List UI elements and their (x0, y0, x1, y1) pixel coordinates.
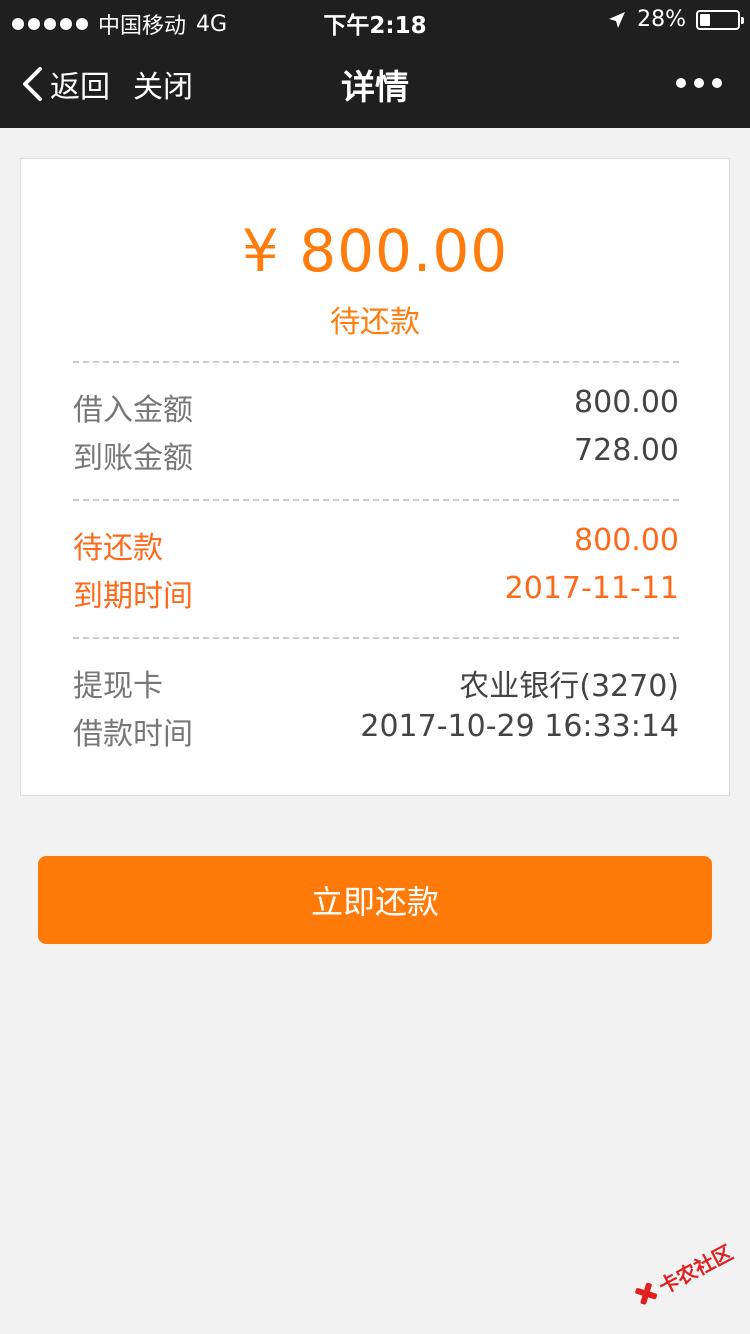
location-arrow-icon (609, 11, 626, 28)
repay-now-button[interactable]: 立即还款 (38, 856, 712, 944)
battery-icon (696, 9, 744, 30)
detail-row-loan-time: 借款时间 2017-10-29 16:33:14 (73, 709, 679, 752)
detail-row-borrowed-amount: 借入金额 800.00 (73, 385, 679, 428)
dashed-divider (73, 499, 679, 501)
row-label: 提现卡 (73, 669, 163, 704)
row-value: 农业银行(3270) (459, 669, 679, 704)
row-label: 到账金额 (73, 441, 193, 476)
detail-row-due-date: 到期时间 2017-11-11 (73, 571, 679, 614)
status-bar: 中国移动 4G 下午2:18 28% (0, 0, 750, 40)
x-logo-icon (631, 1279, 661, 1309)
detail-row-withdrawal-card: 提现卡 农业银行(3270) (73, 661, 679, 704)
row-value: 2017-11-11 (504, 571, 679, 606)
loan-detail-card: ¥ 800.00 待还款 借入金额 800.00 到账金额 728.00 待还款… (20, 158, 730, 796)
row-value: 800.00 (574, 523, 679, 558)
battery-percent: 28% (637, 7, 686, 32)
row-label: 借入金额 (73, 393, 193, 428)
navigation-bar: 返回 关闭 详情 (0, 40, 750, 128)
detail-row-received-amount: 到账金额 728.00 (73, 433, 679, 476)
loan-amount: ¥ 800.00 (241, 217, 509, 285)
row-value: 728.00 (574, 433, 679, 468)
row-value: 800.00 (574, 385, 679, 420)
status-right: 28% (607, 7, 744, 32)
dashed-divider (73, 637, 679, 639)
dashed-divider (73, 361, 679, 363)
row-label: 到期时间 (73, 579, 193, 614)
loan-status: 待还款 (330, 305, 420, 340)
watermark-text: 卡农社区 (654, 1239, 737, 1299)
row-value: 2017-10-29 16:33:14 (360, 709, 679, 744)
watermark-logo: 卡农社区 (620, 1216, 750, 1329)
row-label: 待还款 (73, 531, 163, 566)
top-bar: 中国移动 4G 下午2:18 28% 返回 关闭 详情 (0, 0, 750, 128)
detail-row-pending-repayment: 待还款 800.00 (73, 523, 679, 566)
more-options-icon[interactable] (676, 78, 722, 88)
row-label: 借款时间 (73, 717, 193, 752)
page-title: 详情 (341, 68, 409, 108)
